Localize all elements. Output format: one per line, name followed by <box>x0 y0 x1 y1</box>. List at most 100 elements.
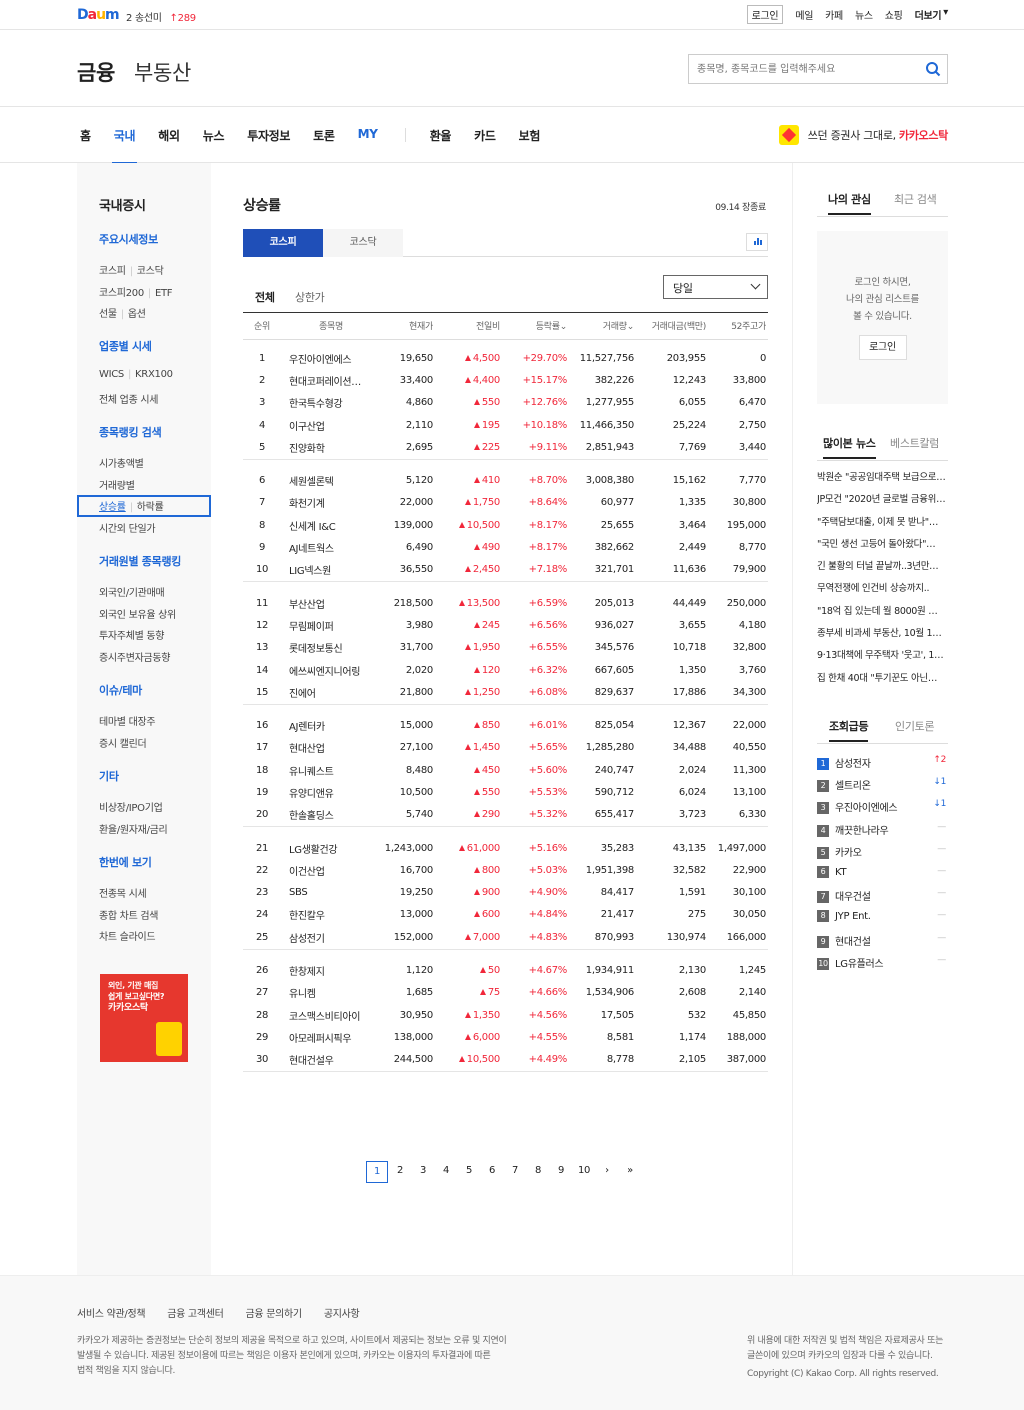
cell-stock-name[interactable]: 현대건설우 <box>281 1049 381 1071</box>
table-row[interactable]: 18 유니퀘스트 8,480 450 +5.60% 240,747 2,024 11,300 <box>243 759 768 781</box>
table-row[interactable]: 21 LG생활건강 1,243,000 61,000 +5.16% 35,283 43,13… <box>243 837 768 859</box>
table-row[interactable]: 9 AJ네트웍스 6,490 490 +8.17% 382,662 2,449 8,770 <box>243 536 768 558</box>
nav-item-5[interactable]: 토론 <box>313 127 335 144</box>
top-link-2[interactable]: 카페 <box>825 7 843 24</box>
table-row[interactable]: 5 진양화학 2,695 225 +9.11% 2,851,943 7,769 3,440 <box>243 436 768 458</box>
table-row[interactable]: 30 현대건설우 244,500 10,500 +4.49% 8,778 2,105 387,… <box>243 1049 768 1071</box>
cell-stock-name[interactable]: 진양화학 <box>281 436 381 458</box>
page-7[interactable]: 7 <box>504 1161 526 1183</box>
sidebar-item[interactable]: 전체 업종 시세 <box>99 395 158 406</box>
table-row[interactable]: 14 에쓰씨엔지니어링 2,020 120 +6.32% 667,605 1,350 3,76… <box>243 659 768 681</box>
popular-item[interactable]: 7 대우건설 — <box>817 888 948 910</box>
table-row[interactable]: 11 부산산업 218,500 13,500 +6.59% 205,013 44,449 25… <box>243 592 768 614</box>
table-row[interactable]: 20 한솔홀딩스 5,740 290 +5.32% 655,417 3,723 6,330 <box>243 804 768 826</box>
cell-stock-name[interactable]: 코스맥스비티아이 <box>281 1004 381 1026</box>
tab-upper-limit[interactable]: 상한가 <box>295 289 325 305</box>
sidebar-item[interactable]: 하락률 <box>137 502 164 513</box>
finance-brand-link[interactable]: 금융 <box>77 57 115 87</box>
footer-link[interactable]: 공지사항 <box>324 1305 360 1320</box>
news-item[interactable]: "국민 생선 고등어 돌아왔다"… <box>817 536 948 558</box>
tab-recent-search[interactable]: 최근 검색 <box>894 191 937 207</box>
cell-stock-name[interactable]: 한솔홀딩스 <box>281 804 381 826</box>
sidebar-item[interactable]: 테마별 대장주 <box>99 717 156 728</box>
table-row[interactable]: 15 진에어 21,800 1,250 +6.08% 829,637 17,886 34,30… <box>243 681 768 703</box>
tab-kosdaq[interactable]: 코스닥 <box>323 229 403 257</box>
sidebar-item[interactable]: 차트 슬라이드 <box>99 932 156 943</box>
popular-item[interactable]: 6 KT — <box>817 865 948 888</box>
tab-popular-news[interactable]: 많이본 뉴스 <box>823 435 876 459</box>
table-row[interactable]: 13 롯데정보통신 31,700 1,950 +6.55% 345,576 10,718 32… <box>243 637 768 659</box>
page-2[interactable]: 2 <box>389 1161 411 1183</box>
sidebar-item[interactable]: ETF <box>155 288 173 299</box>
top-link-1[interactable]: 메일 <box>795 7 813 24</box>
cell-stock-name[interactable]: SBS <box>281 882 381 904</box>
footer-link[interactable]: 금융 고객센터 <box>167 1305 224 1320</box>
cell-stock-name[interactable]: 이구산업 <box>281 414 381 436</box>
sidebar-item[interactable]: 시간외 단일가 <box>99 524 156 535</box>
nav-item-4[interactable]: 투자정보 <box>247 127 290 144</box>
cell-stock-name[interactable]: 부산산업 <box>281 592 381 614</box>
login-button[interactable]: 로그인 <box>858 335 907 360</box>
sidebar-item[interactable]: WICS <box>99 369 124 380</box>
table-row[interactable]: 29 아모레퍼시픽우 138,000 6,000 +4.55% 8,581 1,174 188… <box>243 1026 768 1048</box>
top-link-5[interactable]: 더보기 <box>915 7 942 24</box>
sidebar-item[interactable]: 비상장/IPO기업 <box>99 803 163 814</box>
cell-stock-name[interactable]: 진에어 <box>281 681 381 703</box>
table-row[interactable]: 16 AJ렌터카 15,000 850 +6.01% 825,054 12,367 22,00… <box>243 714 768 736</box>
cell-stock-name[interactable]: 유양디앤유 <box>281 781 381 803</box>
cell-stock-name[interactable]: 한국특수형강 <box>281 392 381 414</box>
nav-item-6[interactable]: MY <box>358 127 378 144</box>
tab-search-surge[interactable]: 조회급등 <box>829 718 869 742</box>
page-1[interactable]: 1 <box>366 1161 388 1183</box>
page-4[interactable]: 4 <box>435 1161 457 1183</box>
top-link-3[interactable]: 뉴스 <box>855 7 873 24</box>
realestate-brand-link[interactable]: 부동산 <box>134 57 191 87</box>
page-8[interactable]: 8 <box>527 1161 549 1183</box>
realtime-keyword[interactable]: 2 송선미 ↑289 <box>126 9 196 24</box>
table-row[interactable]: 23 SBS 19,250 900 +4.90% 84,417 1,591 30,100 <box>243 882 768 904</box>
cell-stock-name[interactable]: 이건산업 <box>281 859 381 881</box>
sidebar-item[interactable]: 외국인/기관매매 <box>99 588 165 599</box>
table-row[interactable]: 1 우진아이엔에스 19,650 4,500 +29.70% 11,527,756 203,… <box>243 347 768 369</box>
nav-item2-1[interactable]: 카드 <box>474 127 496 144</box>
popular-item[interactable]: 1 삼성전자 ↑2 <box>817 755 948 777</box>
sidebar-group-title[interactable]: 주요시세정보 <box>99 231 172 247</box>
period-select[interactable]: 당일 <box>663 275 768 299</box>
sidebar-group-title[interactable]: 업종별 시세 <box>99 338 173 354</box>
popular-item[interactable]: 2 셀트리온 ↓1 <box>817 777 948 799</box>
sidebar-item[interactable]: 시가총액별 <box>99 459 144 470</box>
table-row[interactable]: 28 코스맥스비티아이 30,950 1,350 +4.56% 17,505 532 45,8… <box>243 1004 768 1026</box>
sidebar-item[interactable]: 옵션 <box>128 309 146 320</box>
sidebar-item[interactable]: 전종목 시세 <box>99 889 147 900</box>
sidebar-ad[interactable]: 외인, 기관 매집 쉽게 보고싶다면? 카카오스탁 <box>100 974 188 1062</box>
nav-item-1[interactable]: 국내 <box>111 127 138 164</box>
cell-stock-name[interactable]: 화천기계 <box>281 492 381 514</box>
cell-stock-name[interactable]: AJ렌터카 <box>281 714 381 736</box>
sidebar-item[interactable]: 증시 캘린더 <box>99 739 147 750</box>
cell-stock-name[interactable]: 현대산업 <box>281 737 381 759</box>
cell-stock-name[interactable]: 유니퀘스트 <box>281 759 381 781</box>
sidebar-item[interactable]: 외국인 보유율 상위 <box>99 610 176 621</box>
table-row[interactable]: 6 세원셀론텍 5,120 410 +8.70% 3,008,380 15,162 7,770 <box>243 469 768 491</box>
cell-stock-name[interactable]: 유니켐 <box>281 982 381 1004</box>
last-page-icon[interactable]: » <box>619 1161 641 1183</box>
sidebar-item[interactable]: 선물 <box>99 309 117 320</box>
page-6[interactable]: 6 <box>481 1161 503 1183</box>
table-row[interactable]: 24 한진칼우 13,000 600 +4.84% 21,417 275 30,050 <box>243 904 768 926</box>
sidebar-group-title[interactable]: 종목랭킹 검색 <box>99 424 163 440</box>
news-item[interactable]: 긴 불황의 터널 끝날까..3년만… <box>817 558 948 580</box>
cell-stock-name[interactable]: 한진칼우 <box>281 904 381 926</box>
table-row[interactable]: 27 유니켐 1,685 75 +4.66% 1,534,906 2,608 2,140 <box>243 982 768 1004</box>
page-10[interactable]: 10 <box>573 1161 595 1183</box>
news-item[interactable]: 박원순 "공공임대주택 보급으로… <box>817 469 948 491</box>
news-item[interactable]: 종부세 비과세 부동산, 10월 1… <box>817 625 948 647</box>
cell-stock-name[interactable]: LIG넥스원 <box>281 559 381 581</box>
sidebar-group-title[interactable]: 거래원별 종목랭킹 <box>99 553 181 569</box>
cell-stock-name[interactable]: LG생활건강 <box>281 837 381 859</box>
nav-item2-0[interactable]: 환율 <box>430 127 452 144</box>
table-row[interactable]: 8 신세계 I&C 139,000 10,500 +8.17% 25,655 3,464 19… <box>243 514 768 536</box>
table-row[interactable]: 10 LIG넥스원 36,550 2,450 +7.18% 321,701 11,636 79… <box>243 559 768 581</box>
sidebar-item[interactable]: 환율/원자재/금리 <box>99 825 168 836</box>
footer-link[interactable]: 서비스 약관/정책 <box>77 1305 146 1320</box>
sidebar-item[interactable]: 코스닥 <box>137 266 164 277</box>
